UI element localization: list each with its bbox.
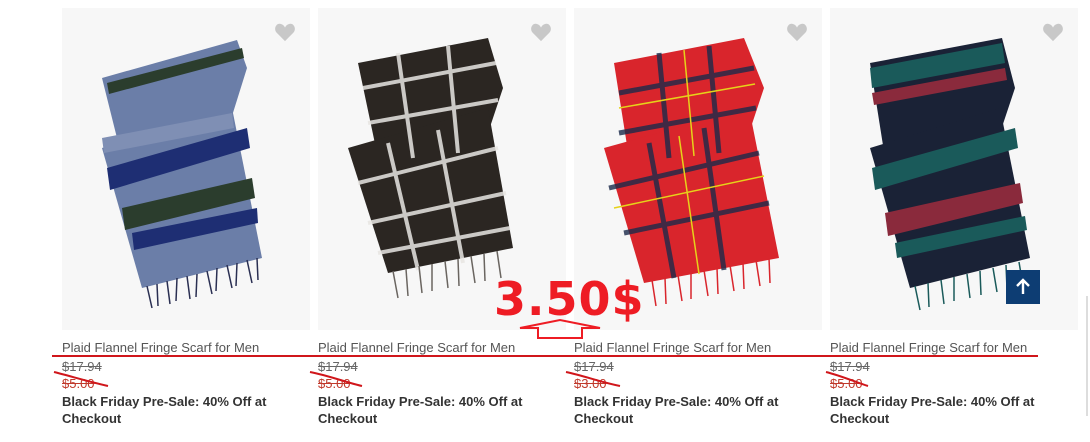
scroll-top-button[interactable] bbox=[1006, 270, 1040, 304]
product-title[interactable]: Plaid Flannel Fringe Scarf for Men bbox=[318, 340, 515, 355]
annotation-strikes bbox=[53, 371, 869, 387]
heart-icon[interactable] bbox=[1042, 22, 1064, 42]
scrollbar-edge bbox=[1086, 296, 1088, 416]
scarf-image bbox=[102, 40, 262, 309]
annotation-arrow-icon bbox=[519, 318, 601, 339]
product-title[interactable]: Plaid Flannel Fringe Scarf for Men bbox=[830, 340, 1027, 355]
heart-icon[interactable] bbox=[786, 22, 808, 42]
arrow-up-icon bbox=[1016, 278, 1030, 294]
heart-icon[interactable] bbox=[530, 22, 552, 42]
annotation-underline bbox=[52, 355, 1038, 357]
product-title[interactable]: Plaid Flannel Fringe Scarf for Men bbox=[574, 340, 771, 355]
scarf-image bbox=[870, 38, 1030, 311]
heart-icon[interactable] bbox=[274, 22, 296, 42]
product-image[interactable] bbox=[62, 8, 310, 330]
product-title[interactable]: Plaid Flannel Fringe Scarf for Men bbox=[62, 340, 259, 355]
product-image[interactable] bbox=[830, 8, 1078, 330]
